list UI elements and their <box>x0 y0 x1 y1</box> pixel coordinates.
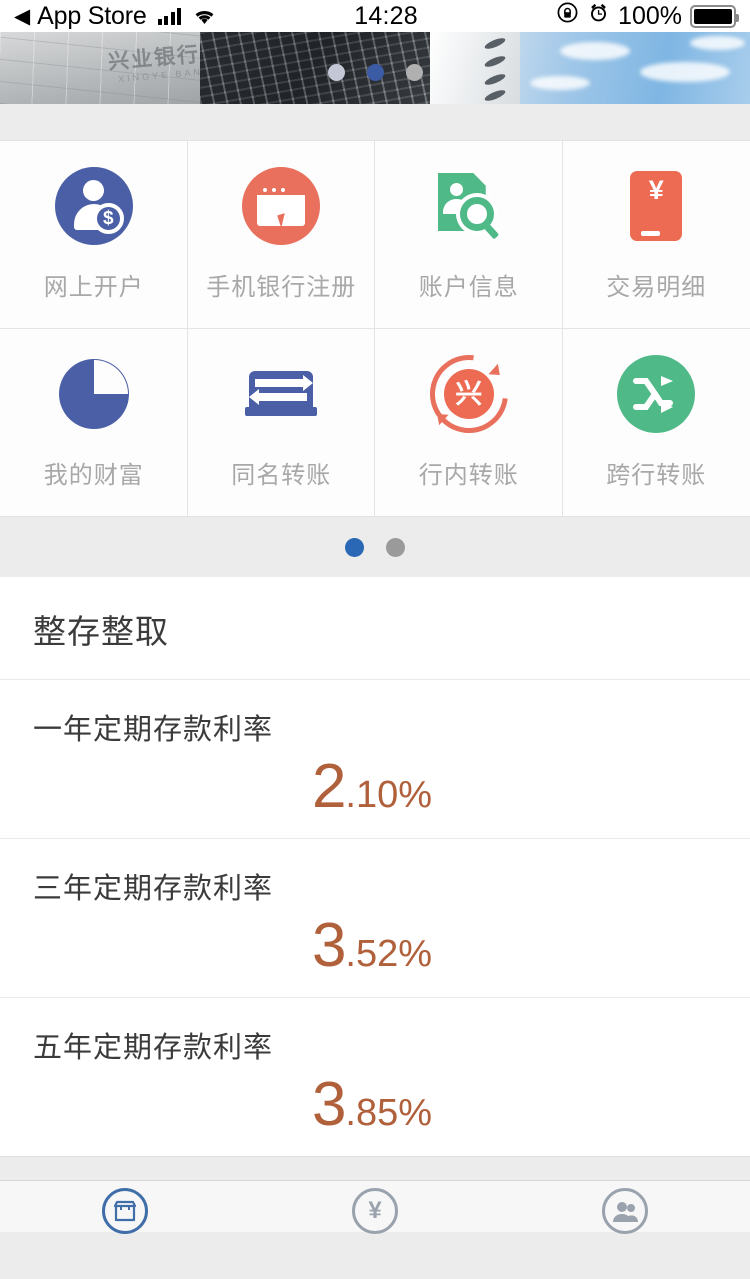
rotation-lock-icon <box>556 1 579 31</box>
grid-item-label: 行内转账 <box>418 462 519 489</box>
rate-label: 三年定期存款利率 <box>33 873 274 905</box>
banner-cloud <box>560 42 630 60</box>
grid-item-mobile-bank-register[interactable]: 手机银行注册 <box>187 141 375 328</box>
status-bar-left: ◀ App Store <box>14 2 216 31</box>
back-to-app-label[interactable]: App Store <box>37 2 147 31</box>
rate-integer-part: 2 <box>311 752 346 821</box>
banner-dot-3[interactable] <box>405 64 423 81</box>
back-arrow-icon[interactable]: ◀ <box>14 6 30 27</box>
grid-item-label: 跨行转账 <box>606 462 707 489</box>
tabbar-spacer <box>0 1156 750 1180</box>
battery-percentage: 100% <box>618 1 682 30</box>
grid-item-label: 我的财富 <box>43 462 144 489</box>
banner-cloud <box>690 36 745 50</box>
rate-value: 2.10% <box>0 756 750 818</box>
quick-actions-row-2: 我的财富 同名转账 兴 行内转账 跨行转账 <box>0 329 750 516</box>
banner-dot-2[interactable] <box>366 64 384 81</box>
grid-item-label: 同名转账 <box>231 462 332 489</box>
grid-item-account-info[interactable]: 账户信息 <box>375 141 563 328</box>
same-name-transfer-icon <box>242 355 320 433</box>
battery-full-icon <box>690 4 739 28</box>
promo-banner-carousel[interactable]: 兴业银行 XINGYE BANK <box>0 32 750 104</box>
in-bank-transfer-icon: 兴 <box>414 339 524 449</box>
tab-people[interactable] <box>500 1181 750 1234</box>
account-info-icon <box>430 167 508 245</box>
banner-dot-1[interactable] <box>327 64 345 81</box>
rate-integer-part: 3 <box>311 911 346 980</box>
rate-decimal-part: .10% <box>345 774 433 816</box>
wifi-icon <box>193 8 216 25</box>
rate-integer-part: 3 <box>311 1070 346 1139</box>
section-title: 整存整取 <box>33 613 169 650</box>
bottom-tab-bar: ¥ <box>0 1180 750 1234</box>
app-screen: ◀ App Store 14:28 100% 兴业银行 XINGYE BANK <box>0 0 750 1279</box>
rate-label: 一年定期存款利率 <box>33 714 274 746</box>
status-bar-right: 100% <box>556 1 739 31</box>
yen-money-icon: ¥ <box>352 1188 398 1234</box>
alarm-clock-icon <box>587 1 610 31</box>
rate-decimal-part: .52% <box>345 933 433 975</box>
in-bank-transfer-glyph: 兴 <box>443 369 494 419</box>
grid-page-dot-2[interactable] <box>386 537 405 557</box>
grid-item-cross-bank-transfer[interactable]: 跨行转账 <box>562 329 750 516</box>
grid-item-online-account-opening[interactable]: $ 网上开户 <box>0 141 188 328</box>
status-bar: ◀ App Store 14:28 100% <box>0 0 750 32</box>
grid-item-transaction-detail[interactable]: ¥ 交易明细 <box>562 141 750 328</box>
rate-row[interactable]: 一年定期存款利率 2.10% <box>0 679 750 838</box>
mobile-bank-register-icon <box>242 167 321 245</box>
rate-value: 3.52% <box>0 915 750 977</box>
online-account-opening-icon: $ <box>54 167 133 245</box>
store-home-icon <box>102 1188 148 1234</box>
rate-decimal-part: .85% <box>345 1092 433 1134</box>
grid-item-label: 交易明细 <box>606 274 707 301</box>
yen-glyph: ¥ <box>368 1197 382 1224</box>
cellular-signal-icon <box>157 7 182 25</box>
grid-page-indicator <box>0 517 750 577</box>
tab-home[interactable] <box>0 1181 250 1234</box>
grid-item-in-bank-transfer[interactable]: 兴 行内转账 <box>375 329 563 516</box>
rate-row[interactable]: 五年定期存款利率 3.85% <box>0 997 750 1156</box>
my-wealth-pie-icon <box>55 355 133 433</box>
grid-item-label: 网上开户 <box>43 274 144 301</box>
rate-row[interactable]: 三年定期存款利率 3.52% <box>0 838 750 997</box>
people-icon <box>602 1188 648 1234</box>
banner-page-indicator <box>0 64 750 81</box>
grid-item-label: 账户信息 <box>418 274 519 301</box>
rate-label: 五年定期存款利率 <box>33 1032 274 1064</box>
grid-item-my-wealth[interactable]: 我的财富 <box>0 329 188 516</box>
tab-money[interactable]: ¥ <box>250 1181 500 1234</box>
rate-value: 3.85% <box>0 1074 750 1136</box>
grid-item-same-name-transfer[interactable]: 同名转账 <box>187 329 375 516</box>
grid-item-label: 手机银行注册 <box>206 274 357 301</box>
grid-page-dot-1[interactable] <box>345 537 364 557</box>
quick-actions-grid: $ 网上开户 手机银行注册 账户信息 ¥ 交易明细 我的财富 同名转账 兴 行内… <box>0 140 750 517</box>
transaction-detail-icon: ¥ <box>617 167 695 245</box>
deposit-rates-section: 整存整取 一年定期存款利率 2.10% 三年定期存款利率 3.52% 五年定期存… <box>0 577 750 1156</box>
banner-grid-spacer <box>0 104 750 140</box>
cross-bank-transfer-icon <box>617 355 696 433</box>
status-bar-clock: 14:28 <box>354 1 418 30</box>
quick-actions-row-1: $ 网上开户 手机银行注册 账户信息 ¥ 交易明细 <box>0 141 750 328</box>
